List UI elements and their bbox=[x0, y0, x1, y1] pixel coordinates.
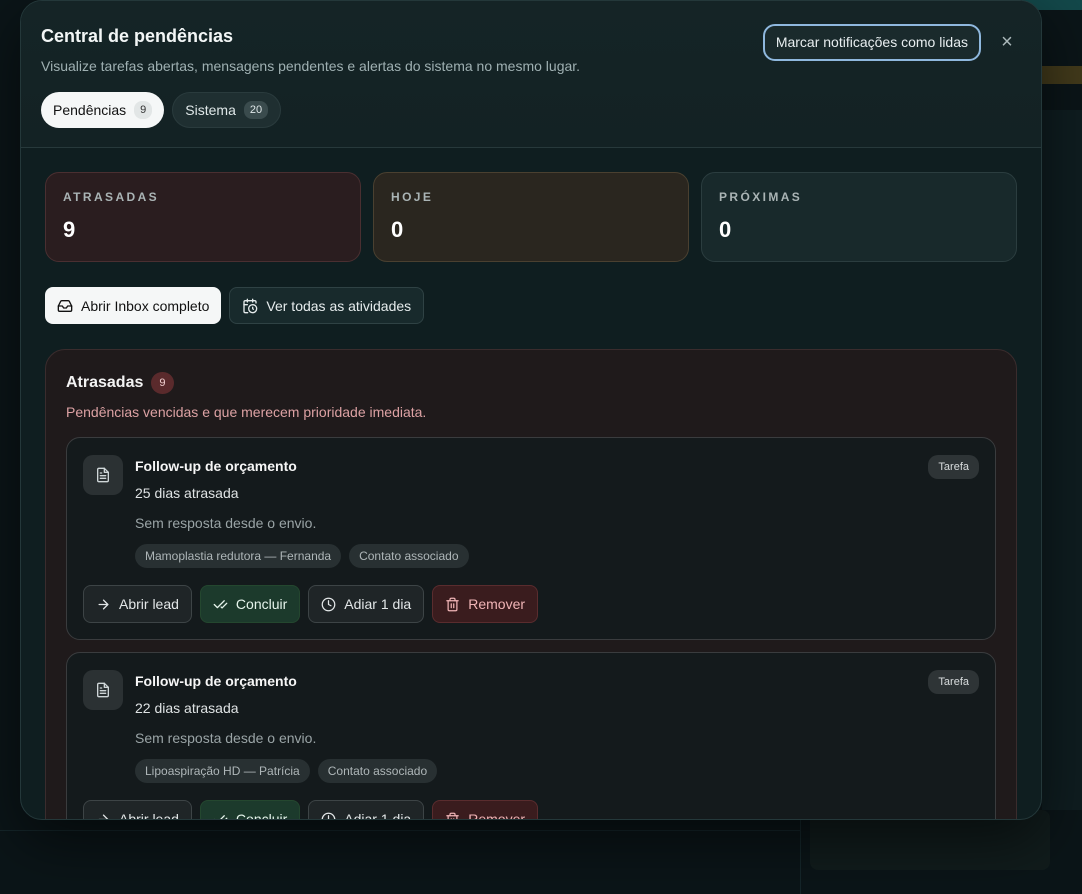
section-header: Atrasadas 9 bbox=[66, 372, 996, 394]
double-check-icon bbox=[213, 599, 228, 609]
background-divider bbox=[800, 820, 801, 894]
card-text: Follow-up de orçamento 22 dias atrasada … bbox=[135, 670, 438, 783]
tab-count-badge: 20 bbox=[243, 101, 269, 119]
postpone-button[interactable]: Adiar 1 dia bbox=[308, 800, 425, 820]
clock-icon bbox=[321, 597, 336, 611]
card-content: Follow-up de orçamento 22 dias atrasada … bbox=[83, 670, 979, 783]
double-check-icon bbox=[213, 814, 228, 819]
card-content: Follow-up de orçamento 25 dias atrasada … bbox=[83, 455, 979, 568]
open-lead-button[interactable]: Abrir lead bbox=[83, 585, 192, 623]
button-label: Adiar 1 dia bbox=[344, 596, 412, 612]
card-title: Follow-up de orçamento bbox=[135, 458, 297, 474]
stat-card-today: HOJE 0 bbox=[373, 172, 689, 262]
trash-icon bbox=[446, 812, 459, 819]
background-divider bbox=[0, 830, 800, 831]
mark-notifications-read-button[interactable]: Marcar notificações como lidas bbox=[762, 24, 981, 61]
card-text: Follow-up de orçamento 25 dias atrasada … bbox=[135, 455, 469, 568]
view-activities-button[interactable]: Ver todas as atividades bbox=[229, 287, 425, 324]
trash-icon bbox=[446, 597, 459, 611]
lead-chip: Mamoplastia redutora — Fernanda bbox=[135, 544, 342, 568]
section-title: Atrasadas bbox=[66, 374, 144, 391]
stat-label: PRÓXIMAS bbox=[719, 190, 803, 204]
button-label: Ver todas as atividades bbox=[266, 297, 412, 314]
button-label: Abrir lead bbox=[119, 811, 179, 820]
card-description: Sem resposta desde o envio. bbox=[135, 730, 317, 746]
tab-label: Pendências bbox=[53, 102, 127, 118]
pending-card: Tarefa Follow-up de orçamento 22 dias at… bbox=[66, 652, 996, 820]
background-column bbox=[1042, 110, 1082, 810]
card-actions: Abrir lead Concluir Adiar 1 dia Remover bbox=[83, 800, 979, 820]
card-chips: Mamoplastia redutora — Fernanda Contato … bbox=[135, 544, 469, 568]
button-label: Concluir bbox=[235, 596, 288, 612]
tab-sistema[interactable]: Sistema 20 bbox=[172, 92, 282, 128]
button-label: Concluir bbox=[235, 811, 288, 820]
button-label: Abrir Inbox completo bbox=[81, 297, 210, 314]
stat-label: ATRASADAS bbox=[63, 190, 160, 204]
modal-body: ATRASADAS 9 HOJE 0 PRÓXIMAS 0 Abrir Inbo… bbox=[21, 148, 1041, 820]
quick-actions: Abrir Inbox completo Ver todas as ativid… bbox=[45, 287, 1017, 324]
complete-button[interactable]: Concluir bbox=[199, 585, 301, 623]
modal-header: Central de pendências Visualize tarefas … bbox=[21, 1, 1041, 148]
stat-value: 0 bbox=[391, 217, 404, 242]
stat-value: 0 bbox=[719, 217, 732, 242]
document-icon bbox=[83, 455, 123, 495]
card-chips: Lipoaspiração HD — Patrícia Contato asso… bbox=[135, 759, 438, 783]
lead-chip: Lipoaspiração HD — Patrícia bbox=[135, 759, 310, 783]
button-label: Remover bbox=[468, 596, 526, 612]
arrow-right-icon bbox=[98, 814, 109, 819]
tab-pendencias[interactable]: Pendências 9 bbox=[41, 92, 165, 128]
button-label: Abrir lead bbox=[119, 596, 179, 612]
type-badge: Tarefa bbox=[928, 670, 979, 694]
arrow-right-icon bbox=[98, 599, 109, 609]
open-inbox-button[interactable]: Abrir Inbox completo bbox=[45, 287, 222, 324]
contact-chip: Contato associado bbox=[317, 759, 438, 783]
card-description: Sem resposta desde o envio. bbox=[135, 515, 317, 531]
tab-label: Sistema bbox=[185, 102, 236, 118]
card-title: Follow-up de orçamento bbox=[135, 673, 297, 689]
overdue-section: Atrasadas 9 Pendências vencidas e que me… bbox=[45, 349, 1017, 820]
button-label: Adiar 1 dia bbox=[344, 811, 412, 820]
button-label: Remover bbox=[468, 811, 526, 820]
remove-button[interactable]: Remover bbox=[432, 800, 539, 820]
stats-row: ATRASADAS 9 HOJE 0 PRÓXIMAS 0 bbox=[45, 172, 1017, 262]
open-lead-button[interactable]: Abrir lead bbox=[83, 800, 192, 820]
section-count-badge: 9 bbox=[151, 372, 174, 394]
card-overdue-text: 25 dias atrasada bbox=[135, 485, 239, 501]
complete-button[interactable]: Concluir bbox=[199, 800, 301, 820]
stat-card-overdue: ATRASADAS 9 bbox=[45, 172, 361, 262]
pending-card: Tarefa Follow-up de orçamento 25 dias at… bbox=[66, 437, 996, 640]
clock-icon bbox=[321, 812, 336, 819]
calendar-clock-icon bbox=[243, 298, 258, 313]
type-badge: Tarefa bbox=[928, 455, 979, 479]
postpone-button[interactable]: Adiar 1 dia bbox=[308, 585, 425, 623]
card-overdue-text: 22 dias atrasada bbox=[135, 700, 239, 716]
stat-value: 9 bbox=[63, 217, 76, 242]
document-icon bbox=[83, 670, 123, 710]
stat-card-upcoming: PRÓXIMAS 0 bbox=[701, 172, 1017, 262]
section-description: Pendências vencidas e que merecem priori… bbox=[66, 404, 427, 420]
contact-chip: Contato associado bbox=[349, 544, 469, 568]
tab-bar: Pendências 9 Sistema 20 bbox=[41, 92, 1021, 128]
stat-label: HOJE bbox=[391, 190, 434, 204]
pending-center-modal: Central de pendências Visualize tarefas … bbox=[20, 0, 1042, 820]
inbox-icon bbox=[57, 299, 73, 312]
close-icon[interactable]: × bbox=[995, 31, 1019, 55]
remove-button[interactable]: Remover bbox=[432, 585, 539, 623]
tab-count-badge: 9 bbox=[134, 101, 153, 119]
card-actions: Abrir lead Concluir Adiar 1 dia Remover bbox=[83, 585, 979, 623]
